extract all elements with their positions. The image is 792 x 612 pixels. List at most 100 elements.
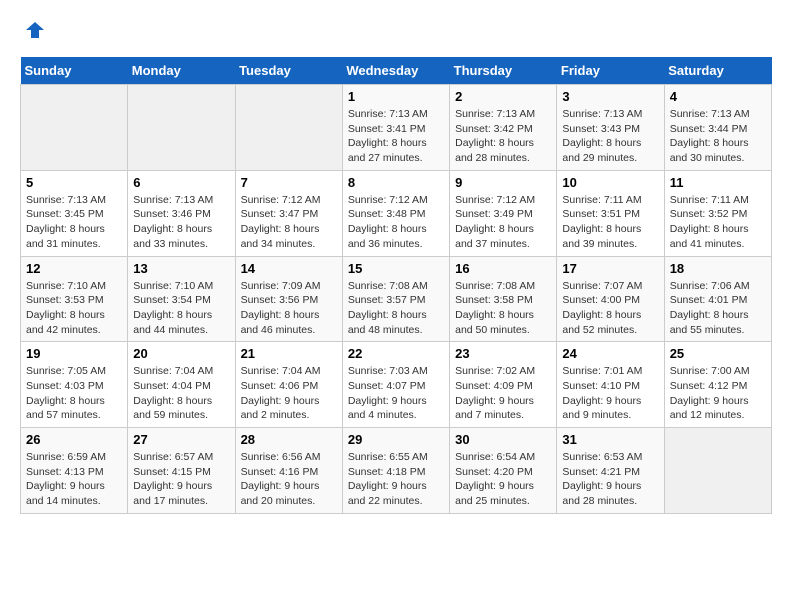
calendar-cell: 5 Sunrise: 7:13 AM Sunset: 3:45 PM Daylig… <box>21 170 128 256</box>
weekday-header-friday: Friday <box>557 57 664 85</box>
day-number: 14 <box>241 261 337 276</box>
calendar-cell <box>128 85 235 171</box>
calendar-cell: 14Sunrise: 7:09 AM Sunset: 3:56 PM Dayli… <box>235 256 342 342</box>
day-number: 25 <box>670 346 766 361</box>
calendar-cell: 17 Sunrise: 7:07 AM Sunset: 4:00 PM Dayli… <box>557 256 664 342</box>
day-info: Sunrise: 6:55 AM Sunset: 4:18 PM Dayligh… <box>348 450 444 509</box>
day-number: 17 <box>562 261 658 276</box>
day-number: 31 <box>562 432 658 447</box>
day-number: 5 <box>26 175 122 190</box>
day-number: 30 <box>455 432 551 447</box>
day-info: Sunrise: 7:04 AM Sunset: 4:04 PM Dayligh… <box>133 364 229 423</box>
calendar-cell: 1 Sunrise: 7:13 AM Sunset: 3:41 PM Daylig… <box>342 85 449 171</box>
calendar-week-row: 5 Sunrise: 7:13 AM Sunset: 3:45 PM Daylig… <box>21 170 772 256</box>
day-info: Sunrise: 7:04 AM Sunset: 4:06 PM Dayligh… <box>241 364 337 423</box>
day-number: 1 <box>348 89 444 104</box>
logo-bird-icon <box>24 20 46 47</box>
calendar-cell: 26 Sunrise: 6:59 AM Sunset: 4:13 PM Dayli… <box>21 428 128 514</box>
day-info: Sunrise: 7:12 AM Sunset: 3:47 PM Dayligh… <box>241 193 337 252</box>
calendar-cell <box>235 85 342 171</box>
calendar-cell: 16 Sunrise: 7:08 AM Sunset: 3:58 PM Dayli… <box>450 256 557 342</box>
day-info: Sunrise: 7:08 AM Sunset: 3:58 PM Dayligh… <box>455 279 551 338</box>
day-number: 15 <box>348 261 444 276</box>
calendar-cell: 2Sunrise: 7:13 AM Sunset: 3:42 PM Daylig… <box>450 85 557 171</box>
day-number: 23 <box>455 346 551 361</box>
calendar-cell: 18 Sunrise: 7:06 AM Sunset: 4:01 PM Dayli… <box>664 256 771 342</box>
day-info: Sunrise: 7:13 AM Sunset: 3:44 PM Dayligh… <box>670 107 766 166</box>
calendar-cell <box>21 85 128 171</box>
day-number: 11 <box>670 175 766 190</box>
day-number: 16 <box>455 261 551 276</box>
day-number: 13 <box>133 261 229 276</box>
day-number: 10 <box>562 175 658 190</box>
day-info: Sunrise: 7:01 AM Sunset: 4:10 PM Dayligh… <box>562 364 658 423</box>
day-info: Sunrise: 6:53 AM Sunset: 4:21 PM Dayligh… <box>562 450 658 509</box>
day-info: Sunrise: 7:02 AM Sunset: 4:09 PM Dayligh… <box>455 364 551 423</box>
day-info: Sunrise: 7:08 AM Sunset: 3:57 PM Dayligh… <box>348 279 444 338</box>
day-info: Sunrise: 7:11 AM Sunset: 3:51 PM Dayligh… <box>562 193 658 252</box>
calendar-cell: 8Sunrise: 7:12 AM Sunset: 3:48 PM Daylig… <box>342 170 449 256</box>
calendar-cell: 23 Sunrise: 7:02 AM Sunset: 4:09 PM Dayli… <box>450 342 557 428</box>
calendar-cell: 15 Sunrise: 7:08 AM Sunset: 3:57 PM Dayli… <box>342 256 449 342</box>
header <box>20 20 772 47</box>
day-info: Sunrise: 7:13 AM Sunset: 3:42 PM Dayligh… <box>455 107 551 166</box>
day-info: Sunrise: 7:13 AM Sunset: 3:43 PM Dayligh… <box>562 107 658 166</box>
weekday-header-tuesday: Tuesday <box>235 57 342 85</box>
day-number: 12 <box>26 261 122 276</box>
calendar-cell: 21 Sunrise: 7:04 AM Sunset: 4:06 PM Dayli… <box>235 342 342 428</box>
day-info: Sunrise: 7:10 AM Sunset: 3:54 PM Dayligh… <box>133 279 229 338</box>
calendar-cell: 27 Sunrise: 6:57 AM Sunset: 4:15 PM Dayli… <box>128 428 235 514</box>
day-number: 29 <box>348 432 444 447</box>
calendar-cell: 24 Sunrise: 7:01 AM Sunset: 4:10 PM Dayli… <box>557 342 664 428</box>
day-number: 18 <box>670 261 766 276</box>
day-number: 20 <box>133 346 229 361</box>
day-info: Sunrise: 6:57 AM Sunset: 4:15 PM Dayligh… <box>133 450 229 509</box>
calendar-cell: 13 Sunrise: 7:10 AM Sunset: 3:54 PM Dayli… <box>128 256 235 342</box>
day-info: Sunrise: 7:03 AM Sunset: 4:07 PM Dayligh… <box>348 364 444 423</box>
calendar-week-row: 26 Sunrise: 6:59 AM Sunset: 4:13 PM Dayli… <box>21 428 772 514</box>
day-info: Sunrise: 7:13 AM Sunset: 3:45 PM Dayligh… <box>26 193 122 252</box>
day-info: Sunrise: 7:13 AM Sunset: 3:41 PM Dayligh… <box>348 107 444 166</box>
calendar-cell: 6Sunrise: 7:13 AM Sunset: 3:46 PM Daylig… <box>128 170 235 256</box>
day-info: Sunrise: 6:59 AM Sunset: 4:13 PM Dayligh… <box>26 450 122 509</box>
calendar-cell: 29 Sunrise: 6:55 AM Sunset: 4:18 PM Dayli… <box>342 428 449 514</box>
calendar-week-row: 12Sunrise: 7:10 AM Sunset: 3:53 PM Dayli… <box>21 256 772 342</box>
day-number: 26 <box>26 432 122 447</box>
calendar-cell: 22 Sunrise: 7:03 AM Sunset: 4:07 PM Dayli… <box>342 342 449 428</box>
calendar-cell: 11 Sunrise: 7:11 AM Sunset: 3:52 PM Dayli… <box>664 170 771 256</box>
calendar-cell: 30 Sunrise: 6:54 AM Sunset: 4:20 PM Dayli… <box>450 428 557 514</box>
calendar-cell: 31 Sunrise: 6:53 AM Sunset: 4:21 PM Dayli… <box>557 428 664 514</box>
weekday-header-thursday: Thursday <box>450 57 557 85</box>
day-number: 9 <box>455 175 551 190</box>
logo <box>20 20 46 47</box>
day-info: Sunrise: 6:54 AM Sunset: 4:20 PM Dayligh… <box>455 450 551 509</box>
day-info: Sunrise: 7:12 AM Sunset: 3:48 PM Dayligh… <box>348 193 444 252</box>
day-number: 4 <box>670 89 766 104</box>
weekday-header-sunday: Sunday <box>21 57 128 85</box>
calendar-cell: 28 Sunrise: 6:56 AM Sunset: 4:16 PM Dayli… <box>235 428 342 514</box>
day-info: Sunrise: 7:12 AM Sunset: 3:49 PM Dayligh… <box>455 193 551 252</box>
day-info: Sunrise: 7:05 AM Sunset: 4:03 PM Dayligh… <box>26 364 122 423</box>
calendar-cell: 3 Sunrise: 7:13 AM Sunset: 3:43 PM Daylig… <box>557 85 664 171</box>
day-info: Sunrise: 7:06 AM Sunset: 4:01 PM Dayligh… <box>670 279 766 338</box>
day-info: Sunrise: 6:56 AM Sunset: 4:16 PM Dayligh… <box>241 450 337 509</box>
day-number: 22 <box>348 346 444 361</box>
day-number: 7 <box>241 175 337 190</box>
weekday-header-wednesday: Wednesday <box>342 57 449 85</box>
weekday-header-saturday: Saturday <box>664 57 771 85</box>
day-info: Sunrise: 7:07 AM Sunset: 4:00 PM Dayligh… <box>562 279 658 338</box>
calendar-week-row: 1 Sunrise: 7:13 AM Sunset: 3:41 PM Daylig… <box>21 85 772 171</box>
calendar-week-row: 19Sunrise: 7:05 AM Sunset: 4:03 PM Dayli… <box>21 342 772 428</box>
day-info: Sunrise: 7:11 AM Sunset: 3:52 PM Dayligh… <box>670 193 766 252</box>
day-number: 27 <box>133 432 229 447</box>
day-number: 28 <box>241 432 337 447</box>
day-number: 24 <box>562 346 658 361</box>
calendar-cell: 25 Sunrise: 7:00 AM Sunset: 4:12 PM Dayli… <box>664 342 771 428</box>
calendar-cell: 7 Sunrise: 7:12 AM Sunset: 3:47 PM Daylig… <box>235 170 342 256</box>
day-info: Sunrise: 7:00 AM Sunset: 4:12 PM Dayligh… <box>670 364 766 423</box>
day-number: 21 <box>241 346 337 361</box>
day-number: 3 <box>562 89 658 104</box>
day-info: Sunrise: 7:13 AM Sunset: 3:46 PM Dayligh… <box>133 193 229 252</box>
calendar-cell: 9 Sunrise: 7:12 AM Sunset: 3:49 PM Daylig… <box>450 170 557 256</box>
calendar-cell <box>664 428 771 514</box>
